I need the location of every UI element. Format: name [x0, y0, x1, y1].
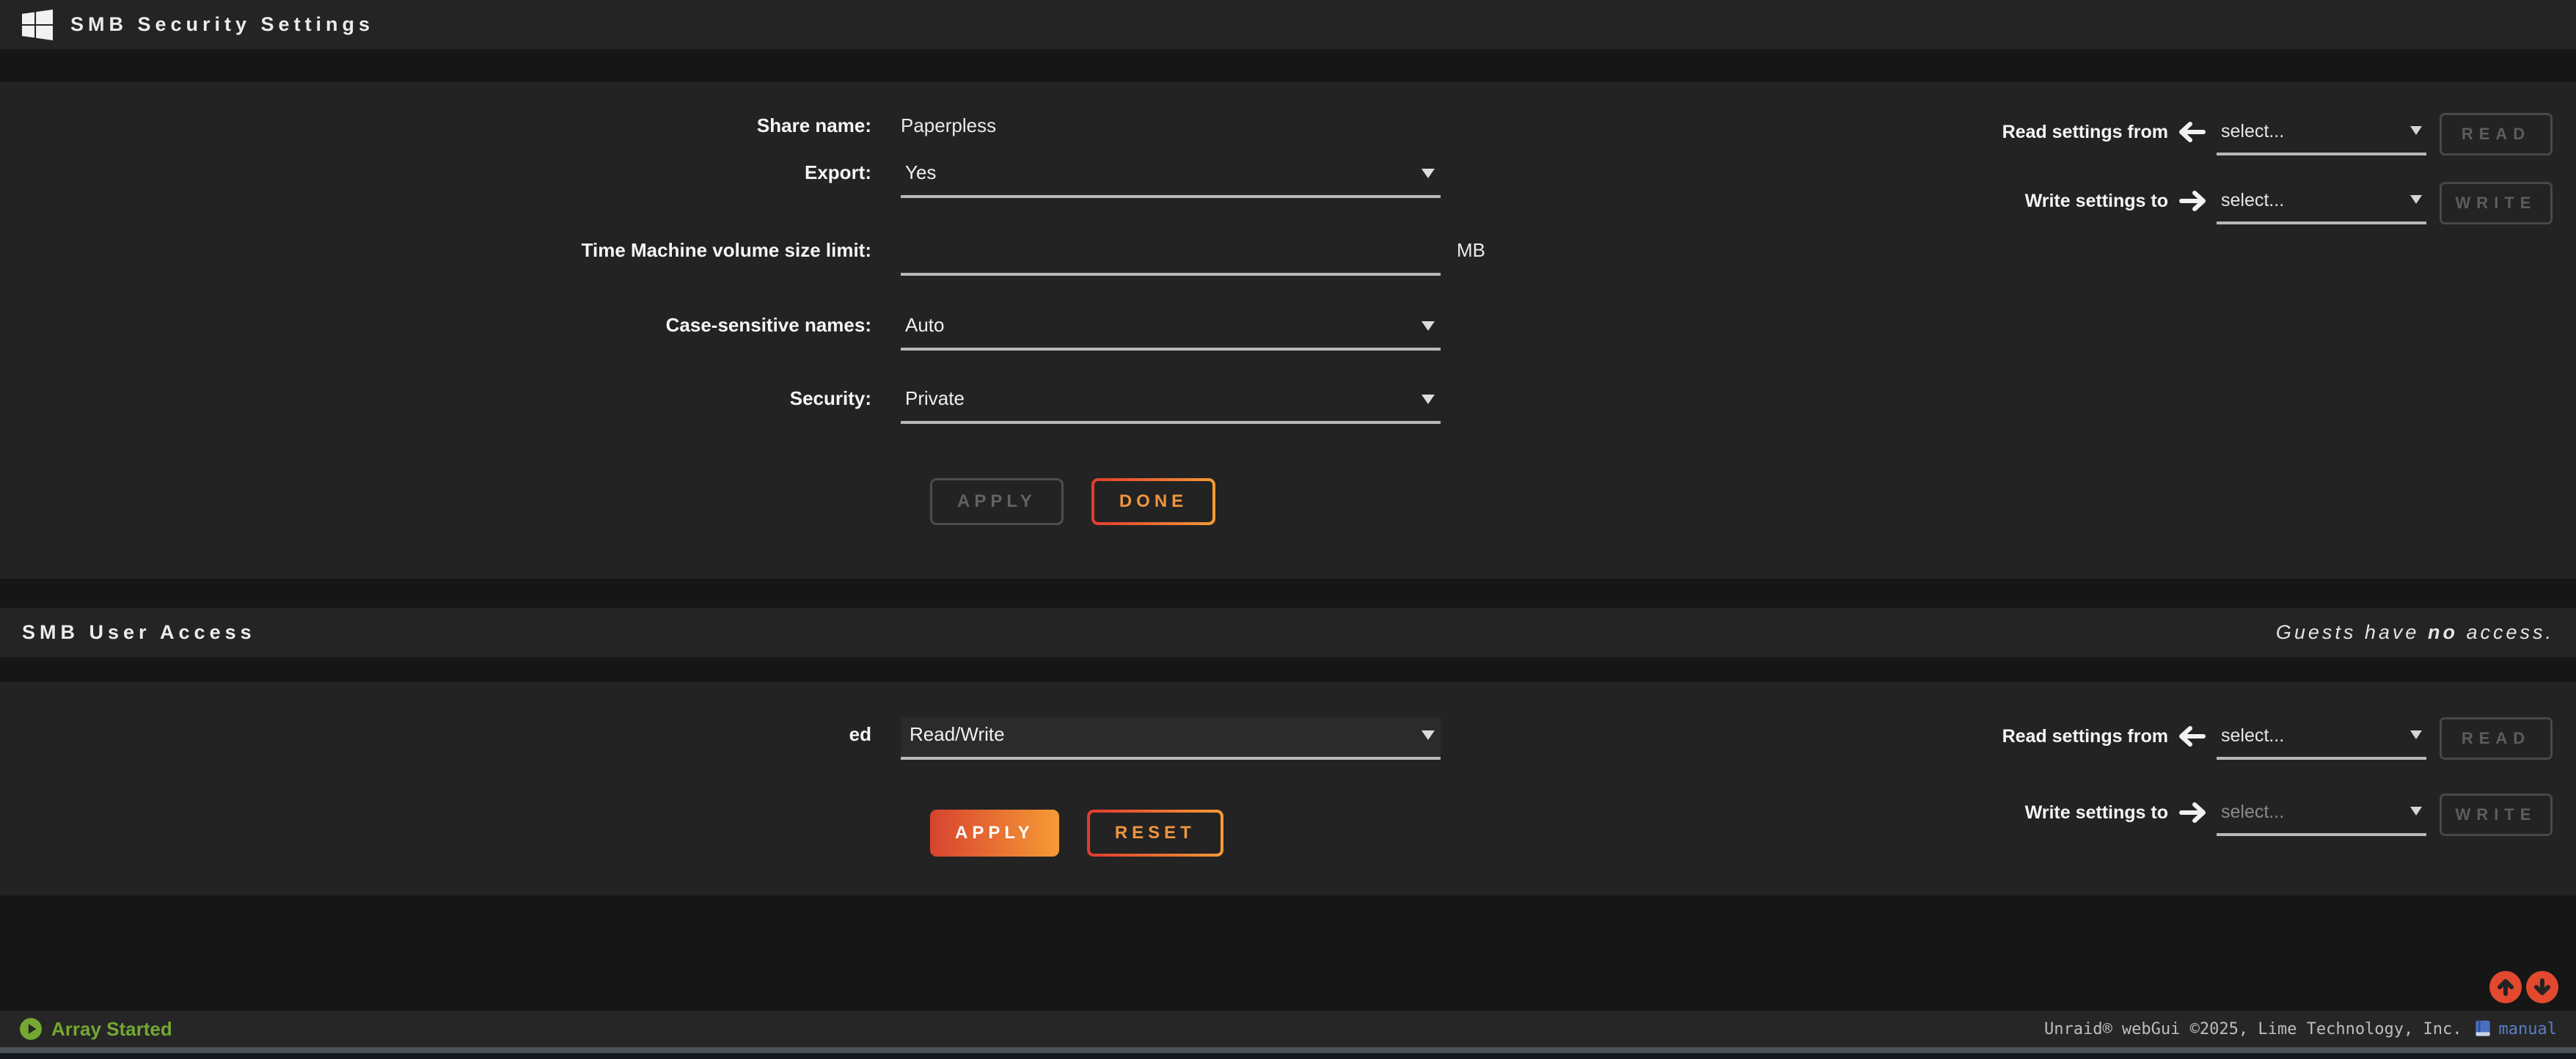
caret-down-icon — [1421, 730, 1435, 740]
write-button[interactable]: WRITE — [2440, 182, 2553, 224]
time-machine-limit-label: Time Machine volume size limit: — [0, 233, 901, 267]
share-name-row: Share name: Paperpless — [0, 109, 996, 142]
caret-down-icon — [2410, 730, 2422, 739]
read-settings-row: Read settings from select... READ — [1985, 720, 2553, 760]
export-row: Export: Yes — [0, 155, 1441, 198]
time-machine-limit-unit: MB — [1457, 233, 1485, 267]
manual-link[interactable]: manual — [2473, 1019, 2557, 1039]
case-sensitive-select-value: Auto — [905, 314, 945, 336]
guest-access-note: Guests have no access. — [2276, 621, 2554, 644]
write-settings-select-value: select... — [2221, 190, 2284, 210]
read-settings-select-value: select... — [2221, 121, 2284, 142]
caret-down-icon — [2410, 126, 2422, 135]
caret-down-icon — [1421, 395, 1435, 404]
time-machine-limit-row: Time Machine volume size limit: MB — [0, 233, 1485, 276]
export-select[interactable]: Yes — [901, 155, 1441, 198]
arrow-right-icon — [2178, 190, 2206, 212]
write-settings-select[interactable]: select... — [2217, 185, 2426, 224]
section2-title: SMB User Access — [22, 621, 256, 644]
section1-title: SMB Security Settings — [70, 13, 374, 36]
arrow-right-icon — [2178, 802, 2206, 824]
security-select[interactable]: Private — [901, 381, 1441, 424]
security-label: Security: — [0, 381, 901, 415]
time-machine-limit-input[interactable] — [901, 233, 1441, 276]
case-sensitive-row: Case-sensitive names: Auto — [0, 308, 1441, 351]
windows-icon — [22, 10, 53, 40]
security-select-value: Private — [905, 387, 965, 409]
done-button[interactable]: DONE — [1091, 478, 1215, 525]
caret-down-icon — [2410, 807, 2422, 816]
read-button[interactable]: READ — [2440, 717, 2553, 760]
share-name-label: Share name: — [0, 109, 901, 142]
guest-access-note-prefix: Guests have — [2276, 621, 2428, 643]
smb-security-settings-panel: Share name: Paperpless Export: Yes Time … — [0, 82, 2576, 579]
write-settings-select-value: select... — [2221, 802, 2284, 822]
read-settings-label: Read settings from — [1985, 116, 2168, 148]
play-circle-icon — [19, 1017, 43, 1041]
array-status-text: Array Started — [51, 1018, 172, 1041]
manual-link-text: manual — [2499, 1020, 2557, 1038]
read-settings-select-value: select... — [2221, 725, 2284, 746]
write-settings-label: Write settings to — [1985, 185, 2168, 217]
array-status: Array Started — [19, 1017, 172, 1041]
guest-access-note-emphasis: no — [2428, 621, 2458, 643]
write-settings-label: Write settings to — [1985, 796, 2168, 829]
read-settings-row: Read settings from select... READ — [1985, 116, 2553, 155]
share-name-value: Paperpless — [901, 109, 996, 142]
arrow-left-icon — [2178, 725, 2206, 747]
smb-user-access-header: SMB User Access Guests have no access. — [0, 608, 2576, 657]
export-label: Export: — [0, 155, 901, 189]
user-access-select-value: Read/Write — [910, 723, 1005, 745]
reset-button[interactable]: RESET — [1087, 810, 1223, 857]
caret-down-icon — [2410, 195, 2422, 204]
arrow-left-icon — [2178, 121, 2206, 143]
smb-security-settings-header: SMB Security Settings — [0, 0, 2576, 49]
section1-buttons: APPLY DONE — [930, 478, 1215, 525]
user-access-select[interactable]: Read/Write — [901, 717, 1441, 760]
scroll-to-bottom-button[interactable] — [2526, 971, 2558, 1003]
window-edge-dark — [0, 1053, 2576, 1059]
read-settings-label: Read settings from — [1985, 720, 2168, 752]
read-settings-select[interactable]: select... — [2217, 720, 2426, 760]
scroll-to-top-button[interactable] — [2489, 971, 2522, 1003]
case-sensitive-select[interactable]: Auto — [901, 308, 1441, 351]
footer: Array Started Unraid® webGui ©2025, Lime… — [0, 1011, 2576, 1047]
user-name-label: ed — [0, 717, 901, 751]
write-settings-row: Write settings to select... WRITE — [1985, 185, 2553, 224]
write-settings-select[interactable]: select... — [2217, 796, 2426, 836]
apply-button[interactable]: APPLY — [930, 478, 1064, 525]
smb-user-access-panel: ed Read/Write APPLY RESET Read settings … — [0, 682, 2576, 895]
book-icon — [2473, 1019, 2493, 1039]
case-sensitive-label: Case-sensitive names: — [0, 308, 901, 342]
caret-down-icon — [1421, 169, 1435, 178]
scroll-buttons — [2489, 971, 2558, 1003]
copyright-text: Unraid® webGui ©2025, Lime Technology, I… — [2044, 1020, 2462, 1038]
apply-button[interactable]: APPLY — [930, 810, 1059, 857]
caret-down-icon — [1421, 321, 1435, 331]
user-access-row: ed Read/Write — [0, 717, 1441, 760]
write-settings-row: Write settings to select... WRITE — [1985, 796, 2553, 836]
window-edge-line — [0, 1047, 2576, 1053]
security-row: Security: Private — [0, 381, 1441, 424]
read-button[interactable]: READ — [2440, 113, 2553, 155]
guest-access-note-suffix: access. — [2458, 621, 2554, 643]
section2-buttons: APPLY RESET — [930, 810, 1223, 857]
export-select-value: Yes — [905, 161, 936, 183]
read-settings-select[interactable]: select... — [2217, 116, 2426, 155]
write-button[interactable]: WRITE — [2440, 794, 2553, 836]
